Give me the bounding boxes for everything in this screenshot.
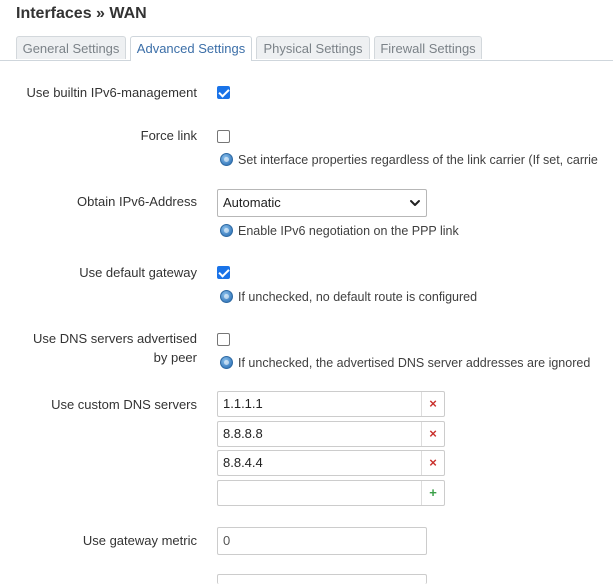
default-gateway-label: Use default gateway <box>79 265 197 280</box>
gateway-metric-input[interactable]: 0 <box>217 527 427 555</box>
peer-dns-help: If unchecked, the advertised DNS server … <box>220 355 590 371</box>
tab-general-settings[interactable]: General Settings <box>16 36 126 59</box>
obtain-ipv6-help-text: Enable IPv6 negotiation on the PPP link <box>238 224 459 238</box>
info-icon <box>220 153 233 166</box>
settings-tabs: General Settings Advanced Settings Physi… <box>0 36 613 61</box>
next-field-input[interactable] <box>217 574 427 584</box>
force-link-help-text: Set interface properties regardless of t… <box>238 153 598 167</box>
force-link-label: Force link <box>140 128 197 143</box>
remove-dns-button[interactable]: × <box>421 422 444 446</box>
new-dns-entry[interactable]: + <box>217 480 445 506</box>
gateway-metric-value: 0 <box>223 533 231 548</box>
remove-dns-button[interactable]: × <box>421 451 444 475</box>
obtain-ipv6-select[interactable]: Automatic <box>217 189 427 217</box>
info-icon <box>220 356 233 369</box>
tab-physical-settings[interactable]: Physical Settings <box>256 36 370 59</box>
info-icon <box>220 290 233 303</box>
peer-dns-label-line1: Use DNS servers advertised <box>33 331 197 346</box>
peer-dns-help-text: If unchecked, the advertised DNS server … <box>238 356 591 370</box>
add-dns-button[interactable]: + <box>421 481 444 505</box>
obtain-ipv6-selected-value: Automatic <box>223 195 281 210</box>
peer-dns-checkbox[interactable] <box>217 333 230 346</box>
chevron-down-icon <box>410 200 420 206</box>
gateway-metric-label: Use gateway metric <box>82 533 197 548</box>
custom-dns-value: 8.8.4.4 <box>223 455 263 470</box>
custom-dns-value: 8.8.8.8 <box>223 426 263 441</box>
page-title: Interfaces » WAN <box>16 5 147 22</box>
custom-dns-value: 1.1.1.1 <box>223 396 263 411</box>
tab-firewall-settings[interactable]: Firewall Settings <box>374 36 482 59</box>
remove-dns-button[interactable]: × <box>421 392 444 416</box>
custom-dns-entry[interactable]: 8.8.8.8 × <box>217 421 445 447</box>
force-link-help: Set interface properties regardless of t… <box>220 152 598 168</box>
force-link-checkbox[interactable] <box>217 130 230 143</box>
info-icon <box>220 224 233 237</box>
custom-dns-label: Use custom DNS servers <box>51 397 197 412</box>
ipv6-management-checkbox[interactable] <box>217 86 230 99</box>
default-gateway-checkbox[interactable] <box>217 266 230 279</box>
obtain-ipv6-help: Enable IPv6 negotiation on the PPP link <box>220 223 459 239</box>
default-gateway-help-text: If unchecked, no default route is config… <box>238 290 478 304</box>
wan-interface-page: Interfaces » WAN General Settings Advanc… <box>0 0 613 584</box>
custom-dns-entry[interactable]: 8.8.4.4 × <box>217 450 445 476</box>
ipv6-management-label: Use builtin IPv6-management <box>26 85 197 100</box>
obtain-ipv6-label: Obtain IPv6-Address <box>77 194 197 209</box>
default-gateway-help: If unchecked, no default route is config… <box>220 289 477 305</box>
tab-advanced-settings[interactable]: Advanced Settings <box>130 36 252 61</box>
peer-dns-label-line2: by peer <box>153 350 197 365</box>
custom-dns-entry[interactable]: 1.1.1.1 × <box>217 391 445 417</box>
